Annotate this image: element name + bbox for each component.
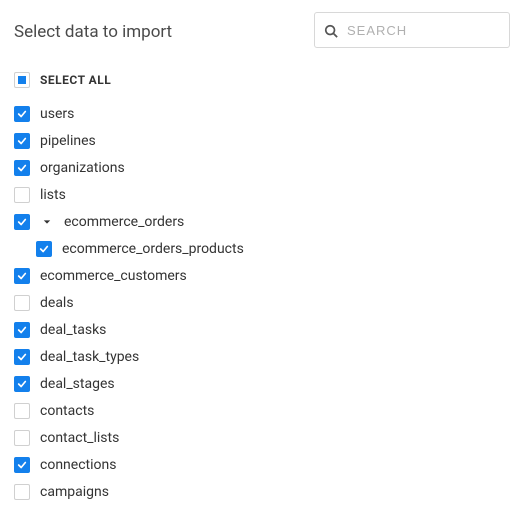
item-checkbox[interactable] bbox=[14, 214, 30, 230]
list-item: ecommerce_customers bbox=[14, 262, 510, 289]
item-label: campaigns bbox=[40, 484, 109, 500]
list-item: ecommerce_orders_products bbox=[14, 235, 510, 262]
item-checkbox[interactable] bbox=[14, 430, 30, 446]
select-all-checkbox[interactable] bbox=[14, 72, 30, 88]
item-checkbox[interactable] bbox=[14, 133, 30, 149]
list-item: contacts bbox=[14, 397, 510, 424]
item-label: deal_tasks bbox=[40, 322, 106, 338]
item-checkbox[interactable] bbox=[36, 241, 52, 257]
select-all-row: SELECT ALL bbox=[0, 48, 524, 100]
item-label: ecommerce_orders_products bbox=[62, 241, 244, 257]
item-checkbox[interactable] bbox=[14, 160, 30, 176]
list-item: campaigns bbox=[14, 478, 510, 505]
item-checkbox[interactable] bbox=[14, 457, 30, 473]
search-field-wrapper bbox=[314, 12, 510, 48]
list-item: organizations bbox=[14, 154, 510, 181]
list-item: ecommerce_orders bbox=[14, 208, 510, 235]
item-label: connections bbox=[40, 457, 116, 473]
search-icon bbox=[324, 23, 338, 37]
list-item: pipelines bbox=[14, 127, 510, 154]
list-item: deal_tasks bbox=[14, 316, 510, 343]
chevron-down-icon[interactable] bbox=[40, 215, 54, 229]
list-item: connections bbox=[14, 451, 510, 478]
items-list[interactable]: users pipelines organizations lists ecommerc… bbox=[0, 100, 524, 505]
item-checkbox[interactable] bbox=[14, 187, 30, 203]
list-item: deal_task_types bbox=[14, 343, 510, 370]
select-all-label: SELECT ALL bbox=[40, 73, 111, 87]
item-checkbox[interactable] bbox=[14, 349, 30, 365]
item-label: deal_task_types bbox=[40, 349, 139, 365]
item-label: deals bbox=[40, 295, 74, 311]
item-label: users bbox=[40, 106, 74, 122]
item-label: ecommerce_orders bbox=[64, 214, 184, 230]
item-checkbox[interactable] bbox=[14, 376, 30, 392]
item-checkbox[interactable] bbox=[14, 268, 30, 284]
list-item: deal_stages bbox=[14, 370, 510, 397]
item-checkbox[interactable] bbox=[14, 322, 30, 338]
page-title: Select data to import bbox=[14, 12, 172, 42]
item-checkbox[interactable] bbox=[14, 106, 30, 122]
indeterminate-indicator bbox=[18, 76, 26, 84]
list-item: contact_lists bbox=[14, 424, 510, 451]
item-label: contacts bbox=[40, 403, 94, 419]
list-item: lists bbox=[14, 181, 510, 208]
item-checkbox[interactable] bbox=[14, 403, 30, 419]
item-label: organizations bbox=[40, 160, 125, 176]
header: Select data to import bbox=[0, 0, 524, 48]
item-label: deal_stages bbox=[40, 376, 115, 392]
item-label: contact_lists bbox=[40, 430, 119, 446]
item-checkbox[interactable] bbox=[14, 295, 30, 311]
list-item: deals bbox=[14, 289, 510, 316]
search-input[interactable] bbox=[314, 12, 510, 48]
item-checkbox[interactable] bbox=[14, 484, 30, 500]
list-item: users bbox=[14, 100, 510, 127]
item-label: lists bbox=[40, 187, 66, 203]
item-label: pipelines bbox=[40, 133, 96, 149]
item-label: ecommerce_customers bbox=[40, 268, 187, 284]
